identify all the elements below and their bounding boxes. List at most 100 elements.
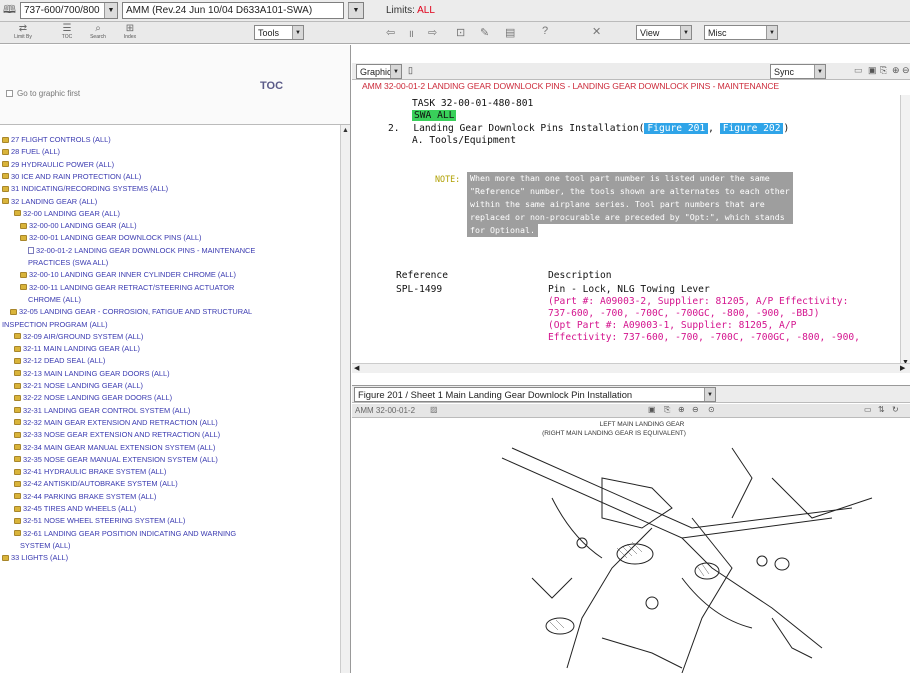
back-icon[interactable]: ⇦ — [386, 26, 395, 39]
toc-item[interactable]: 32-13 MAIN LANDING GEAR DOORS (ALL) — [14, 369, 170, 378]
annotate-icon[interactable]: ✎ — [480, 26, 489, 39]
toc-item[interactable]: PRACTICES (SWA ALL) — [28, 258, 108, 267]
toc-item[interactable]: 32-11 MAIN LANDING GEAR (ALL) — [14, 344, 140, 353]
search-button[interactable]: ⌕ Search — [83, 23, 113, 43]
toc-item[interactable]: 32-00-11 LANDING GEAR RETRACT/STEERING A… — [20, 283, 234, 292]
limit-by-button[interactable]: ⇄ Limit By — [8, 23, 38, 43]
zoom-in-icon[interactable]: ⊕ — [678, 405, 685, 414]
figure-201-link[interactable]: Figure 201 — [644, 123, 709, 134]
toc-item[interactable]: 32-21 NOSE LANDING GEAR (ALL) — [14, 381, 143, 390]
toc-item[interactable]: 31 INDICATING/RECORDING SYSTEMS (ALL) — [2, 184, 168, 193]
pause-icon[interactable]: ॥ — [408, 26, 414, 40]
chevron-down-icon[interactable]: ▼ — [704, 388, 715, 401]
exit-icon[interactable]: ✕ — [592, 25, 601, 38]
scroll-left-icon[interactable]: ◀ — [354, 364, 359, 372]
document-scrollbar-vertical[interactable]: ▼ — [900, 95, 910, 366]
chevron-down-icon[interactable]: ▼ — [292, 26, 303, 39]
toc-item[interactable]: 32-35 NOSE GEAR MANUAL EXTENSION SYSTEM … — [14, 455, 218, 464]
scroll-up-icon[interactable]: ▲ — [342, 127, 349, 134]
toc-item[interactable]: 32-41 HYDRAULIC BRAKE SYSTEM (ALL) — [14, 467, 166, 476]
scroll-right-icon[interactable]: ▶ — [900, 364, 905, 372]
toc-button[interactable]: ☰ TOC — [52, 23, 82, 43]
manual-select[interactable]: AMM (Rev.24 Jun 10/04 D633A101-SWA) — [121, 2, 344, 19]
toc-item[interactable]: 32-12 DEAD SEAL (ALL) — [14, 356, 105, 365]
folder-icon — [14, 431, 21, 438]
rotate-icon[interactable]: ↻ — [892, 405, 899, 414]
chevron-down-icon[interactable]: ▼ — [766, 26, 777, 39]
toc-item[interactable]: 28 FUEL (ALL) — [2, 147, 60, 156]
print-icon[interactable]: ▤ — [505, 26, 515, 39]
toc-item[interactable]: 32-00 LANDING GEAR (ALL) — [14, 209, 120, 218]
toc-item[interactable]: 29 HYDRAULIC POWER (ALL) — [2, 160, 114, 169]
toc-item[interactable]: 32-00-00 LANDING GEAR (ALL) — [20, 221, 137, 230]
help-icon[interactable]: ? — [542, 25, 548, 37]
goto-graphic-first-option[interactable]: Go to graphic first — [6, 89, 80, 98]
toc-item[interactable]: 32-44 PARKING BRAKE SYSTEM (ALL) — [14, 492, 156, 501]
toc-label: TOC — [61, 34, 73, 40]
misc-menu[interactable]: Misc ▼ — [704, 25, 778, 40]
window-icon[interactable]: ▭ — [864, 405, 872, 414]
toc-item[interactable]: 32-51 NOSE WHEEL STEERING SYSTEM (ALL) — [14, 516, 185, 525]
book-icon[interactable]: 🕮 — [3, 1, 16, 20]
toc-item[interactable]: 32-45 TIRES AND WHEELS (ALL) — [14, 504, 136, 513]
toc-item-label: 29 HYDRAULIC POWER (ALL) — [11, 159, 115, 169]
index-button[interactable]: ⊞ Index — [115, 23, 145, 43]
gear-hatching — [549, 541, 710, 631]
document-scrollbar-horizontal[interactable]: ◀ ▶ — [352, 363, 910, 373]
toc-item[interactable]: 27 FLIGHT CONTROLS (ALL) — [2, 135, 111, 144]
figure-202-link[interactable]: Figure 202 — [719, 123, 784, 134]
manual-select-dropdown[interactable]: ▼ — [347, 2, 364, 19]
toc-item[interactable]: 32-33 NOSE GEAR EXTENSION AND RETRACTION… — [14, 430, 220, 439]
bookmark-icon[interactable]: ⊡ — [456, 26, 465, 39]
toggle-icon[interactable]: ⇅ — [878, 405, 885, 414]
tools-menu[interactable]: Tools ▼ — [254, 25, 304, 40]
reference-cell: SPL-1499 — [396, 284, 443, 295]
zoom-out-icon[interactable]: ⊖ — [692, 405, 699, 414]
toc-item[interactable]: 32-09 AIR/GROUND SYSTEM (ALL) — [14, 332, 143, 341]
toc-item[interactable]: 32-61 LANDING GEAR POSITION INDICATING A… — [14, 529, 236, 538]
chevron-down-icon[interactable]: ▼ — [680, 26, 691, 39]
toc-item[interactable]: 32-31 LANDING GEAR CONTROL SYSTEM (ALL) — [14, 406, 190, 415]
step-title: Landing Gear Downlock Pins Installation( — [413, 123, 645, 134]
page-icon[interactable]: ▯ — [408, 65, 413, 76]
toc-item[interactable]: SYSTEM (ALL) — [20, 541, 71, 550]
copy-icon[interactable]: ⎘ — [880, 65, 887, 76]
folder-icon — [20, 222, 27, 229]
toc-item-label: 31 INDICATING/RECORDING SYSTEMS (ALL) — [11, 184, 169, 194]
chevron-down-icon[interactable]: ▼ — [103, 3, 117, 18]
toc-list-icon: ☰ — [62, 23, 72, 34]
chevron-down-icon[interactable]: ▼ — [814, 65, 825, 78]
toc-item[interactable]: 32-00-01-2 LANDING GEAR DOWNLOCK PINS - … — [28, 246, 255, 255]
toc-item[interactable]: 33 LIGHTS (ALL) — [2, 553, 68, 562]
toc-scrollbar[interactable]: ▲ — [340, 125, 350, 673]
toc-item[interactable]: 32-22 NOSE LANDING GEAR DOORS (ALL) — [14, 393, 172, 402]
chevron-down-icon[interactable]: ▼ — [347, 3, 363, 18]
toc-item[interactable]: INSPECTION PROGRAM (ALL) — [2, 320, 108, 329]
graphics-select[interactable]: Graphics ▼ — [356, 64, 402, 79]
chevron-down-icon[interactable]: ▼ — [390, 65, 401, 78]
toc-item[interactable]: 32-00-01 LANDING GEAR DOWNLOCK PINS (ALL… — [20, 233, 202, 242]
toc-item[interactable]: CHROME (ALL) — [28, 295, 81, 304]
zoom-in-icon[interactable]: ⊕ — [892, 65, 900, 76]
toc-item[interactable]: 32-32 MAIN GEAR EXTENSION AND RETRACTION… — [14, 418, 218, 427]
toc-item[interactable]: 30 ICE AND RAIN PROTECTION (ALL) — [2, 172, 141, 181]
zoom-out-icon[interactable]: ⊖ — [902, 65, 910, 76]
toc-item[interactable]: 32-00-10 LANDING GEAR INNER CYLINDER CHR… — [20, 270, 236, 279]
image-icon[interactable]: ▨ — [430, 405, 438, 414]
print-icon[interactable]: ▣ — [868, 65, 877, 76]
copy-icon[interactable]: ⎘ — [664, 405, 670, 415]
zoom-fit-icon[interactable]: ⊙ — [708, 405, 715, 414]
figure-select[interactable]: Figure 201 / Sheet 1 Main Landing Gear D… — [354, 387, 716, 402]
window-icon[interactable]: ▭ — [854, 65, 863, 76]
goto-graphic-checkbox[interactable] — [6, 90, 13, 97]
model-select[interactable]: 737-600/700/800 ▼ — [19, 2, 118, 19]
sync-select[interactable]: Sync ▼ — [770, 64, 826, 79]
toc-item[interactable]: 32-42 ANTISKID/AUTOBRAKE SYSTEM (ALL) — [14, 479, 178, 488]
forward-icon[interactable]: ⇨ — [428, 26, 437, 39]
toc-item[interactable]: 32-05 LANDING GEAR - CORROSION, FATIGUE … — [10, 307, 252, 316]
print-icon[interactable]: ▣ — [648, 405, 656, 414]
toc-item[interactable]: 32-34 MAIN GEAR MANUAL EXTENSION SYSTEM … — [14, 443, 215, 452]
view-menu[interactable]: View ▼ — [636, 25, 692, 40]
toc-item[interactable]: 32 LANDING GEAR (ALL) — [2, 197, 97, 206]
limits-indicator[interactable]: Limits: ALL — [386, 5, 435, 16]
